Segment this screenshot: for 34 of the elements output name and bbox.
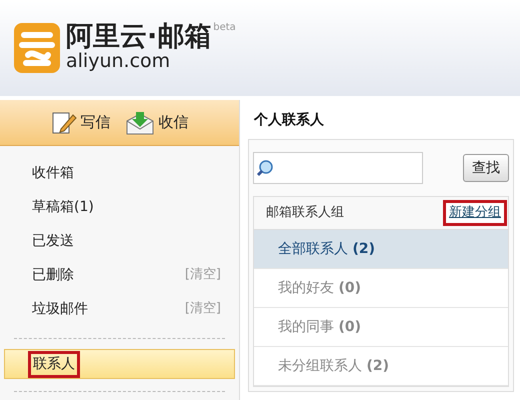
panel-title: 个人联系人 xyxy=(252,111,325,130)
folder-item[interactable]: 垃圾邮件 [清空] xyxy=(4,294,235,324)
folder-item[interactable]: 草稿箱(1) xyxy=(4,192,235,222)
folder-label: 草稿箱(1) xyxy=(31,198,95,216)
notepad-pencil-icon xyxy=(50,110,76,136)
search-icon xyxy=(256,159,274,177)
folder-label: 已发送 xyxy=(31,232,75,250)
logo-domain: aliyun.com xyxy=(66,50,172,74)
group-item[interactable]: 全部联系人 (2) xyxy=(254,230,508,269)
group-label: 我的同事 (0) xyxy=(278,318,361,336)
group-item[interactable]: 我的同事 (0) xyxy=(254,308,508,347)
folder-item[interactable]: 收件箱 xyxy=(4,158,235,188)
folder-label: 联系人 xyxy=(31,354,77,374)
folder-item[interactable]: 已删除 [清空] xyxy=(4,260,235,290)
group-label: 未分组联系人 (2) xyxy=(278,356,389,376)
group-label: 我的好友 (0) xyxy=(278,278,361,298)
new-group-link[interactable]: 新建分组 xyxy=(446,203,504,223)
group-label: 全部联系人 (2) xyxy=(278,240,375,258)
search-button[interactable]: 查找 xyxy=(463,154,509,182)
group-item[interactable]: 我的好友 (0) xyxy=(254,269,508,308)
compose-button[interactable]: 写信 xyxy=(50,110,110,136)
logo-title: 阿里云·邮箱 xyxy=(66,22,212,50)
beta-label: beta xyxy=(213,22,236,33)
cloud-logo-icon xyxy=(14,23,60,73)
folder-label: 垃圾邮件 xyxy=(31,300,89,318)
folder-label: 已删除 xyxy=(31,266,75,284)
receive-button[interactable]: 收信 xyxy=(124,110,188,136)
envelope-arrow-icon xyxy=(124,110,154,136)
folder-label: 收件箱 xyxy=(31,164,75,182)
folder-item[interactable]: 联系人 xyxy=(4,349,235,379)
group-header-label: 邮箱联系人组 xyxy=(266,204,344,222)
group-item[interactable]: 未分组联系人 (2) xyxy=(254,347,508,386)
folder-item[interactable]: 已发送 xyxy=(4,226,235,256)
search-field[interactable] xyxy=(253,152,423,184)
